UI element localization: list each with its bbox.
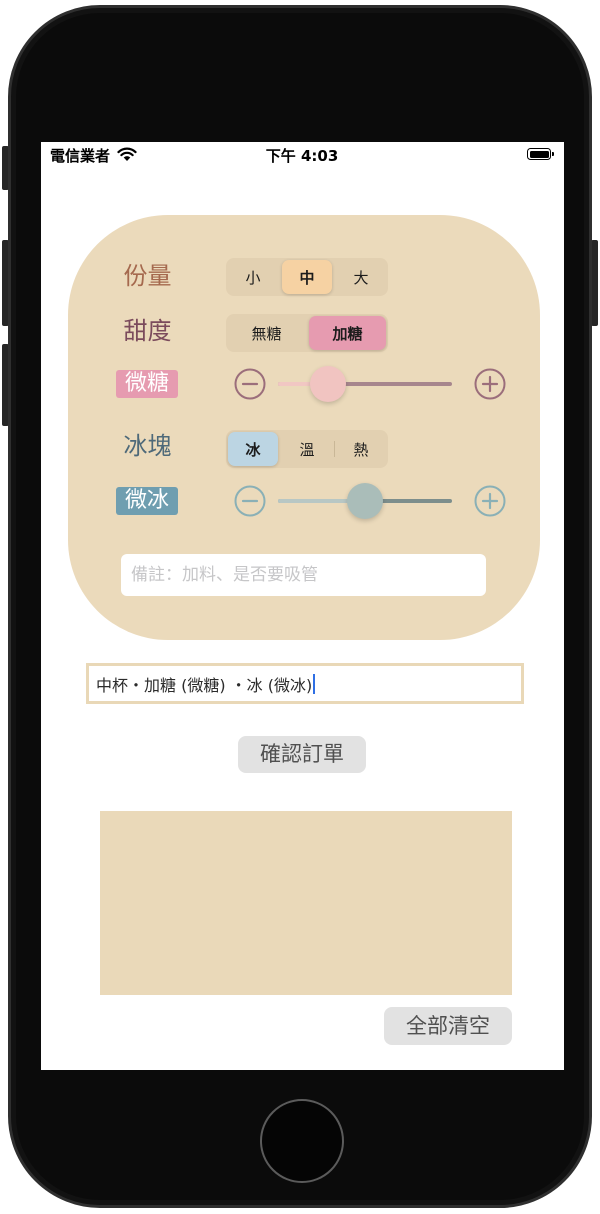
sweetness-option-sugar[interactable]: 加糖: [309, 316, 386, 350]
size-option-small[interactable]: 小: [228, 260, 278, 294]
sweetness-slider-track: [278, 382, 452, 386]
ice-label: 冰塊: [123, 432, 172, 460]
sweetness-slider-thumb[interactable]: [310, 366, 347, 402]
sweetness-segmented-control: 無糖 加糖: [226, 314, 388, 352]
plus-circle-icon: [474, 368, 506, 400]
ice-increase-button[interactable]: [474, 485, 506, 517]
order-summary-text: 中杯・加糖 (微糖) ・冰 (微冰): [96, 675, 313, 695]
ice-option-hot[interactable]: 熱: [333, 432, 386, 466]
clock: 下午 4:03: [265, 147, 339, 165]
sweetness-level-badge: 微糖: [116, 370, 178, 398]
ice-segmented-control: 冰 溫 熱: [226, 430, 388, 468]
text-cursor: [313, 673, 316, 694]
order-summary-field[interactable]: 中杯・加糖 (微糖) ・冰 (微冰): [86, 663, 524, 704]
size-label: 份量: [123, 262, 172, 290]
ice-decrease-button[interactable]: [234, 485, 266, 517]
sweetness-decrease-button[interactable]: [234, 368, 266, 400]
ice-level-badge: 微冰: [116, 487, 178, 515]
home-button[interactable]: [260, 1099, 344, 1183]
battery-cap: [552, 152, 554, 156]
minus-circle-icon: [234, 368, 266, 400]
sweetness-increase-button[interactable]: [474, 368, 506, 400]
ice-option-warm[interactable]: 溫: [282, 432, 332, 466]
clear-all-button[interactable]: 全部清空: [384, 1007, 512, 1045]
ice-slider-thumb[interactable]: [347, 483, 383, 519]
ice-slider[interactable]: [278, 483, 452, 519]
wifi-icon: [117, 147, 137, 162]
confirm-order-button[interactable]: 確認訂單: [238, 736, 366, 773]
minus-circle-icon: [234, 485, 266, 517]
sweetness-slider[interactable]: [278, 366, 452, 402]
plus-circle-icon: [474, 485, 506, 517]
simulator-page: 電信業者 下午 4:03 份量 小 中 大 甜度 無糖 加糖 微糖 冰塊 冰 溫…: [0, 0, 600, 1214]
size-option-large[interactable]: 大: [336, 260, 386, 294]
power-button: [591, 240, 598, 326]
size-segmented-control: 小 中 大: [226, 258, 388, 296]
carrier-label: 電信業者: [50, 147, 111, 165]
size-option-medium[interactable]: 中: [282, 260, 332, 294]
ice-option-iced[interactable]: 冰: [228, 432, 278, 466]
sweetness-option-none[interactable]: 無糖: [228, 316, 305, 350]
battery-icon: [527, 148, 551, 160]
order-output-area: [100, 811, 512, 995]
sweetness-label: 甜度: [123, 317, 172, 345]
note-input[interactable]: [121, 554, 486, 596]
battery-level: [529, 150, 549, 158]
